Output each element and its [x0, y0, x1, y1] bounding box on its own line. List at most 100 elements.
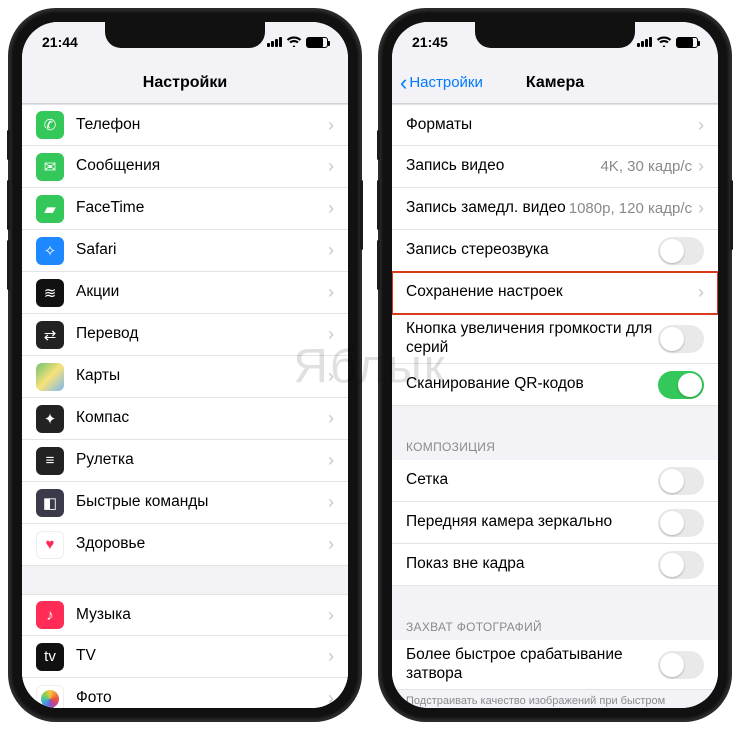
row-label: Телефон	[76, 116, 328, 135]
chevron-right-icon: ›	[328, 605, 334, 626]
row-label: TV	[76, 647, 328, 666]
safari-icon: ✧	[36, 237, 64, 265]
row-label: Запись видео	[406, 157, 600, 176]
settings-row-shortcuts[interactable]: ◧ Быстрые команды›	[22, 482, 348, 524]
chevron-right-icon: ›	[698, 115, 704, 136]
stocks-icon: ≋	[36, 279, 64, 307]
row-label: Запись стереозвука	[406, 241, 658, 260]
measure-icon: ≡	[36, 447, 64, 475]
settings-row-measure[interactable]: ≡Рулетка›	[22, 440, 348, 482]
page-title: Камера	[526, 74, 584, 92]
chevron-right-icon: ›	[328, 324, 334, 345]
page-title: Настройки	[143, 74, 227, 92]
settings-row-photos[interactable]: Фото›	[22, 678, 348, 708]
settings-list[interactable]: ✆Телефон›✉Сообщения›▰FaceTime›✧Safari›≋А…	[22, 104, 348, 708]
settings-row-music[interactable]: ♪Музыка›	[22, 594, 348, 636]
phone-icon: ✆	[36, 111, 64, 139]
chevron-right-icon: ›	[328, 408, 334, 429]
section-footer: Подстраивать качество изображений при бы…	[392, 690, 718, 708]
row-label: Сообщения	[76, 157, 328, 176]
row-label: Кнопка увеличения громкости для серий	[406, 320, 658, 357]
row-label: Музыка	[76, 606, 328, 625]
settings-row-translate[interactable]: ⇄ Перевод›	[22, 314, 348, 356]
chevron-left-icon: ‹	[400, 72, 407, 94]
row-label: Быстрые команды	[76, 493, 328, 512]
chevron-right-icon: ›	[328, 198, 334, 219]
row-fastshutter[interactable]: Более быстрое срабатывание затвора	[392, 640, 718, 690]
tv-icon: tv	[36, 643, 64, 671]
chevron-right-icon: ›	[328, 492, 334, 513]
row-outside[interactable]: Показ вне кадра	[392, 544, 718, 586]
battery-icon	[306, 37, 328, 48]
settings-row-facetime[interactable]: ▰ FaceTime›	[22, 188, 348, 230]
row-label: Сетка	[406, 471, 658, 490]
status-time: 21:45	[412, 34, 448, 50]
health-icon: ♥	[36, 531, 64, 559]
toggle-fastshutter[interactable]	[658, 651, 704, 679]
row-label: Фото	[76, 689, 328, 708]
phone-left: 21:44 Настройки ✆Телефон›✉Сообщения›▰Fac…	[10, 10, 360, 720]
toggle-qr[interactable]	[658, 371, 704, 399]
row-label: Карты	[76, 367, 328, 386]
chevron-right-icon: ›	[328, 366, 334, 387]
settings-row-health[interactable]: ♥Здоровье›	[22, 524, 348, 566]
section-header: ЗАХВАТ ФОТОГРАФИЙ	[392, 614, 718, 640]
back-label: Настройки	[409, 74, 483, 91]
chevron-right-icon: ›	[698, 282, 704, 303]
row-label: Сохранение настроек	[406, 283, 698, 302]
toggle-mirror[interactable]	[658, 509, 704, 537]
shortcuts-icon: ◧	[36, 489, 64, 517]
row-label: Передняя камера зеркально	[406, 513, 658, 532]
settings-row-maps[interactable]: Карты›	[22, 356, 348, 398]
settings-row-stocks[interactable]: ≋ Акции›	[22, 272, 348, 314]
settings-row-tv[interactable]: tvTV›	[22, 636, 348, 678]
row-label: Запись замедл. видео	[406, 199, 569, 218]
notch	[475, 22, 635, 48]
row-label: Safari	[76, 241, 328, 260]
row-label: Здоровье	[76, 535, 328, 554]
toggle-volburst[interactable]	[658, 325, 704, 353]
photos-icon	[36, 685, 64, 709]
chevron-right-icon: ›	[328, 282, 334, 303]
row-qr[interactable]: Сканирование QR-кодов	[392, 364, 718, 406]
wifi-icon	[286, 34, 302, 50]
row-formats[interactable]: Форматы›	[392, 104, 718, 146]
row-detail: 4K, 30 кадр/с	[600, 158, 692, 175]
chevron-right-icon: ›	[328, 688, 334, 708]
row-label: Сканирование QR-кодов	[406, 375, 658, 394]
chevron-right-icon: ›	[328, 115, 334, 136]
chevron-right-icon: ›	[328, 156, 334, 177]
camera-settings-list[interactable]: Форматы›Запись видео4K, 30 кадр/с›Запись…	[392, 104, 718, 708]
row-label: Рулетка	[76, 451, 328, 470]
navbar: Настройки	[22, 62, 348, 104]
translate-icon: ⇄	[36, 321, 64, 349]
facetime-icon: ▰	[36, 195, 64, 223]
row-preserve[interactable]: Сохранение настроек›	[392, 272, 718, 314]
toggle-stereo[interactable]	[658, 237, 704, 265]
toggle-grid[interactable]	[658, 467, 704, 495]
phone-right: 21:45 ‹ Настройки Камера Форматы›Запись …	[380, 10, 730, 720]
row-mirror[interactable]: Передняя камера зеркально	[392, 502, 718, 544]
settings-row-phone[interactable]: ✆ Телефон›	[22, 104, 348, 146]
wifi-icon	[656, 34, 672, 50]
row-stereo[interactable]: Запись стереозвука	[392, 230, 718, 272]
row-label: Акции	[76, 283, 328, 302]
signal-icon	[637, 37, 652, 47]
settings-row-compass[interactable]: ✦Компас›	[22, 398, 348, 440]
row-volburst[interactable]: Кнопка увеличения громкости для серий	[392, 314, 718, 364]
row-detail: 1080p, 120 кадр/с	[569, 200, 692, 217]
row-label: Показ вне кадра	[406, 555, 658, 574]
back-button[interactable]: ‹ Настройки	[400, 72, 483, 94]
settings-row-messages[interactable]: ✉Сообщения›	[22, 146, 348, 188]
toggle-outside[interactable]	[658, 551, 704, 579]
row-slowmo[interactable]: Запись замедл. видео1080p, 120 кадр/с›	[392, 188, 718, 230]
signal-icon	[267, 37, 282, 47]
row-grid[interactable]: Сетка	[392, 460, 718, 502]
row-label: Перевод	[76, 325, 328, 344]
maps-icon	[36, 363, 64, 391]
row-video[interactable]: Запись видео4K, 30 кадр/с›	[392, 146, 718, 188]
chevron-right-icon: ›	[328, 240, 334, 261]
row-label: FaceTime	[76, 199, 328, 218]
settings-row-safari[interactable]: ✧ Safari›	[22, 230, 348, 272]
compass-icon: ✦	[36, 405, 64, 433]
